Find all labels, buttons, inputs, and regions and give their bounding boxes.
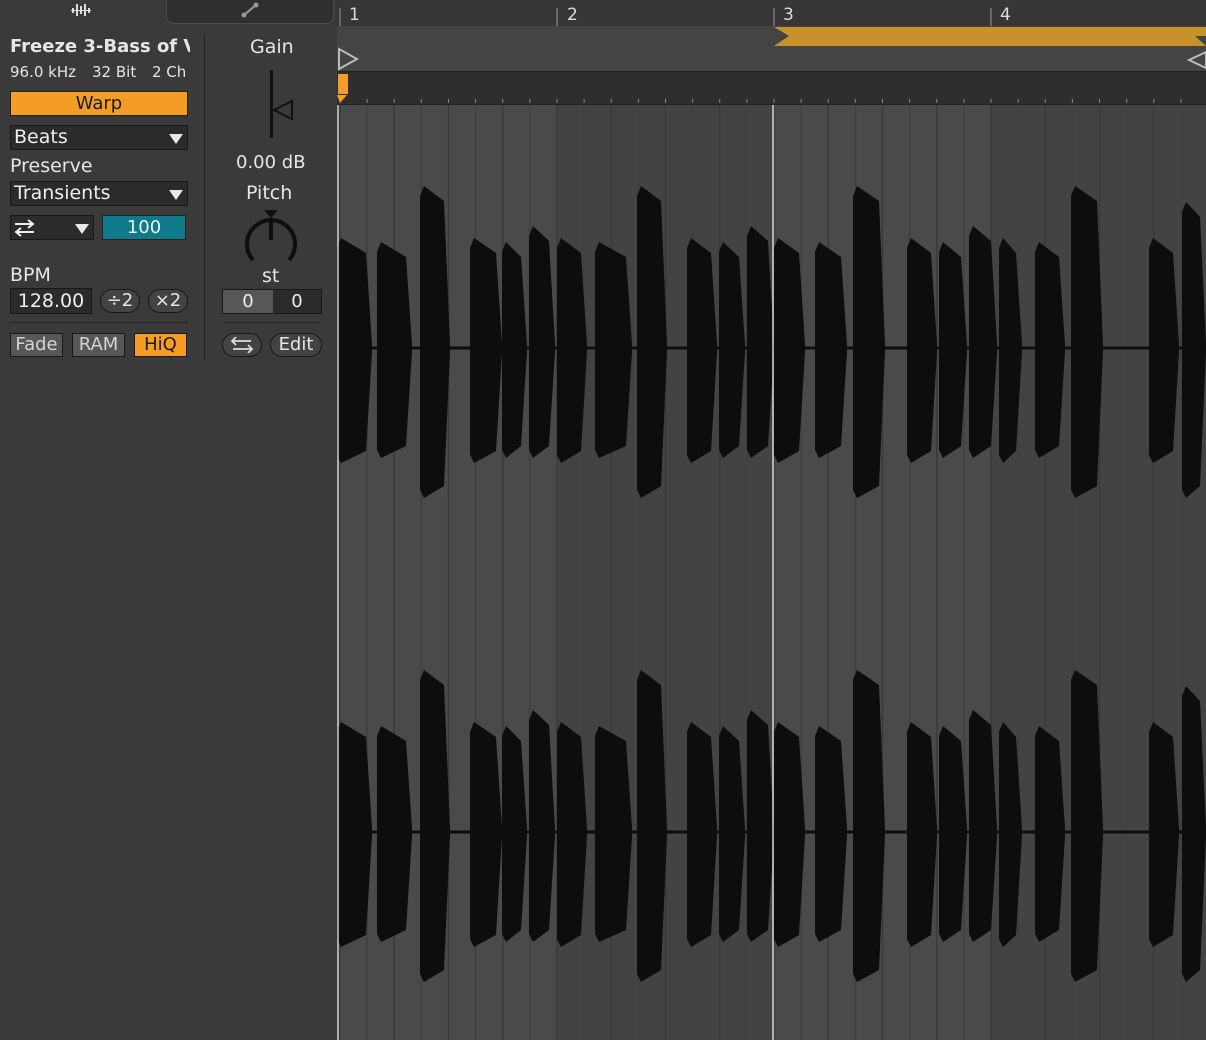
loop-marker-strip[interactable] (337, 26, 1206, 71)
clip-name: Freeze 3-Bass of Vé (10, 36, 190, 57)
transient-envelope-field[interactable]: 100 (102, 215, 186, 240)
preserve-label: Preserve (10, 155, 93, 177)
hiq-button[interactable]: HiQ (134, 333, 187, 357)
waveform-transient (470, 238, 502, 463)
bpm-label: BPM (10, 264, 51, 286)
pitch-unit-label: st (262, 265, 280, 287)
warp-marker-tip (337, 95, 347, 103)
loop-brace-bar (774, 27, 1206, 46)
divider (222, 322, 322, 323)
beat-ruler[interactable]: 1 2 3 4 (337, 0, 1206, 26)
waveform-display[interactable] (337, 105, 1206, 1040)
chevron-down-icon (75, 224, 89, 234)
waveform-transient (337, 238, 372, 463)
waveform-tab-icon (71, 4, 91, 16)
waveform-transient (377, 726, 412, 942)
pitch-fields: 0 0 (222, 289, 322, 314)
bit-depth: 32 Bit (92, 63, 137, 81)
gain-label: Gain (250, 36, 294, 58)
pitch-label: Pitch (246, 182, 293, 204)
gain-value: 0.00 dB (236, 152, 306, 173)
tab-envelopes[interactable] (166, 0, 334, 24)
waveform-transient (595, 726, 632, 942)
warp-mode-dropdown[interactable]: Beats (10, 125, 188, 150)
waveform-transient (377, 242, 412, 458)
reverse-arrows-icon (230, 337, 254, 353)
bpm-field[interactable]: 128.00 (10, 288, 92, 314)
sample-editor: 1 2 3 4 (337, 0, 1206, 1040)
chevron-down-icon (169, 134, 183, 144)
divider (10, 322, 188, 323)
bar-4-label: 4 (1000, 5, 1011, 25)
warp-button[interactable]: Warp (10, 91, 188, 116)
bar-1-label: 1 (349, 5, 360, 25)
gain-slider-handle[interactable] (272, 98, 296, 122)
loop-forward-back-icon (14, 219, 35, 237)
loop-brace[interactable] (337, 26, 1206, 71)
waveform-transient (1071, 670, 1103, 982)
warp-strip-ticks (339, 99, 1182, 103)
warp-mode-value: Beats (14, 126, 68, 148)
double-tempo-button[interactable]: ×2 (148, 289, 188, 313)
channel-count: 2 Ch (152, 63, 187, 81)
sample-rate: 96.0 kHz (10, 63, 77, 81)
waveform-transient (595, 242, 632, 458)
transient-loop-mode-dropdown[interactable] (10, 215, 94, 240)
preserve-dropdown[interactable]: Transients (10, 181, 188, 206)
waveform-transient (853, 186, 885, 498)
chevron-down-icon (169, 190, 183, 200)
fade-button[interactable]: Fade (10, 333, 63, 357)
pitch-knob[interactable] (241, 208, 301, 270)
waveform-transient (853, 670, 885, 982)
warp-marker[interactable] (338, 74, 348, 94)
bar-3-label: 3 (783, 5, 794, 25)
waveform-transient (470, 722, 502, 947)
tab-clip[interactable] (0, 0, 165, 23)
start-marker-icon (338, 47, 360, 71)
clip-properties-panel: Freeze 3-Bass of Vé 96.0 kHz 32 Bit 2 Ch… (0, 0, 337, 1040)
detune-field[interactable]: 0 (273, 290, 321, 313)
bar-2-label: 2 (567, 5, 578, 25)
ruler-ticks (339, 8, 992, 26)
edit-button[interactable]: Edit (270, 333, 322, 357)
half-tempo-button[interactable]: ÷2 (100, 289, 140, 313)
waveform-transient (337, 722, 372, 947)
ram-button[interactable]: RAM (72, 333, 125, 357)
preserve-value: Transients (14, 182, 111, 204)
reverse-button[interactable] (222, 333, 262, 357)
column-divider (204, 34, 205, 360)
waveform-transient (1071, 186, 1103, 498)
envelope-tab-icon (241, 2, 259, 18)
clip-view-tabs (0, 0, 337, 26)
end-marker-icon (1186, 50, 1206, 70)
warp-marker-strip[interactable] (337, 71, 1206, 105)
transpose-field[interactable]: 0 (223, 290, 273, 313)
